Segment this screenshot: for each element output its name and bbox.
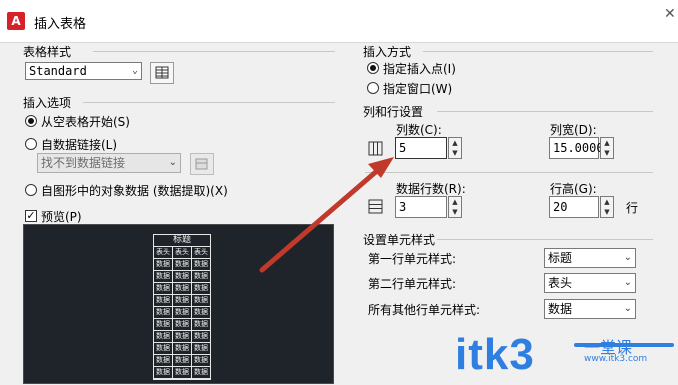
watermark-url: www.itk3.com xyxy=(584,354,648,364)
watermark-text: itk3 xyxy=(455,330,535,379)
annotation-arrow xyxy=(259,157,394,273)
